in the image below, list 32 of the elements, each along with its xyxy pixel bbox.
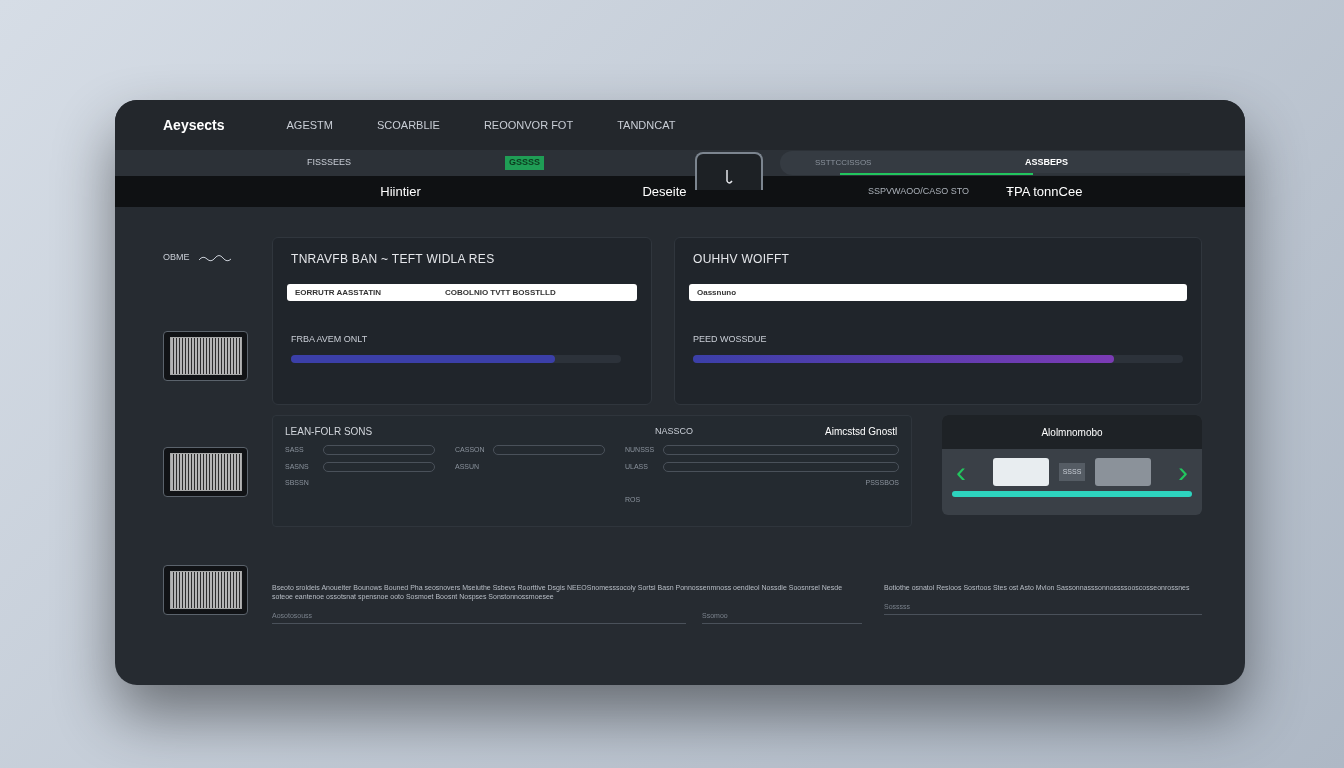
form-heading: Aimcstsd Gnostl [825, 425, 898, 439]
photo-placeholder[interactable] [1095, 458, 1152, 486]
nav-link[interactable]: AGESTM [286, 116, 333, 134]
previous-button[interactable]: ‹ [956, 457, 966, 487]
progress-label: PEED WOSSDUE [693, 333, 768, 346]
sidebar-label: OBME [163, 251, 190, 264]
thumbnail-icon[interactable] [163, 564, 248, 615]
form-heading: NASSCO [655, 424, 694, 438]
search-field[interactable]: SSTTCCISSOS ASSBEPS [780, 151, 1245, 175]
form-title: LEAN-FOLR SONS [285, 425, 374, 439]
wave-icon [197, 253, 232, 262]
thumbnail-icon[interactable] [163, 330, 248, 381]
text-field[interactable]: Oassnuno [689, 284, 1187, 301]
progress-label: FRBA AVEM ONLT [291, 333, 369, 346]
tab[interactable]: FISSSEES [303, 156, 355, 170]
toolbar-item[interactable]: SSPVWAOO/CASO STO [831, 184, 1006, 199]
nav-link[interactable]: REOONVOR FOT [483, 116, 574, 134]
card-title: TNRAVFB BAN ~ TEFT WIDLA RES [291, 251, 496, 268]
photo-placeholder[interactable] [992, 458, 1049, 486]
toolbar-item[interactable]: Hiintier [303, 181, 498, 202]
next-button[interactable]: › [1178, 457, 1188, 487]
brand-title: Aeysects [163, 115, 225, 135]
carousel-title: Alolmnomobo [942, 415, 1202, 449]
thumbnail-icon[interactable] [163, 446, 248, 497]
text-field[interactable]: EORRUTR AASSTATIN COBOLNIO TVTT BOSSTLLD [287, 284, 637, 301]
pen-button[interactable] [695, 152, 763, 190]
tab[interactable]: GSSSS [505, 156, 545, 170]
toolbar-item[interactable]: ŦPA tonnCee [1006, 181, 1083, 202]
nav-link[interactable]: SCOARBLIE [376, 116, 440, 134]
card-title: OUHHV WOIFFT [693, 251, 791, 268]
toolbar-item[interactable]: Deseite [498, 181, 831, 202]
nav-link[interactable]: TANDNCAT [617, 116, 676, 134]
